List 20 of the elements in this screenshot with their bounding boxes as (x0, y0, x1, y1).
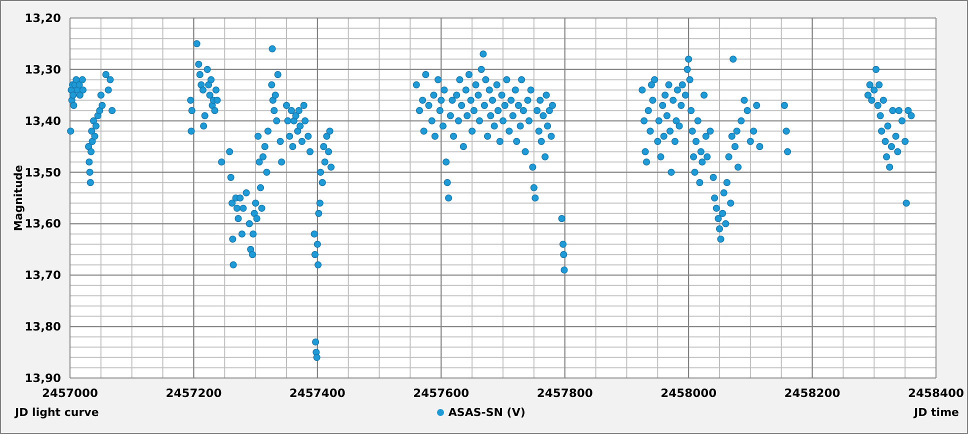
axis-title: Magnitude (12, 164, 25, 232)
axis-tick-label: 2457200 (166, 386, 222, 400)
axis-tick-label: 2457600 (413, 386, 470, 400)
axis-tick-label: 13,50 (24, 165, 61, 180)
axis-tick-label: 13,70 (24, 268, 61, 282)
axis-tick-label: 2457000 (42, 386, 98, 400)
axis-tick-label: 2458200 (784, 386, 840, 400)
axis-tick-label: 13,80 (24, 320, 61, 334)
axis-tick-label: 2458400 (908, 386, 964, 400)
axis-tick-label: 13,60 (24, 216, 61, 231)
axis-tick-label: 2457800 (536, 386, 593, 400)
axis-tick-label: 13,40 (24, 114, 61, 128)
axis-tick-label: 13,90 (24, 371, 61, 385)
legend-label: ASAS-SN (V) (448, 406, 526, 419)
chart-title: JD light curve (15, 406, 99, 419)
axis-tick-label: 13,30 (24, 62, 61, 76)
axis-tick-label: 2457400 (289, 386, 346, 400)
axis-title: JD time (914, 406, 959, 419)
axis-tick-label: 2458000 (660, 386, 717, 400)
axis-tick-label: 13,20 (24, 11, 61, 25)
